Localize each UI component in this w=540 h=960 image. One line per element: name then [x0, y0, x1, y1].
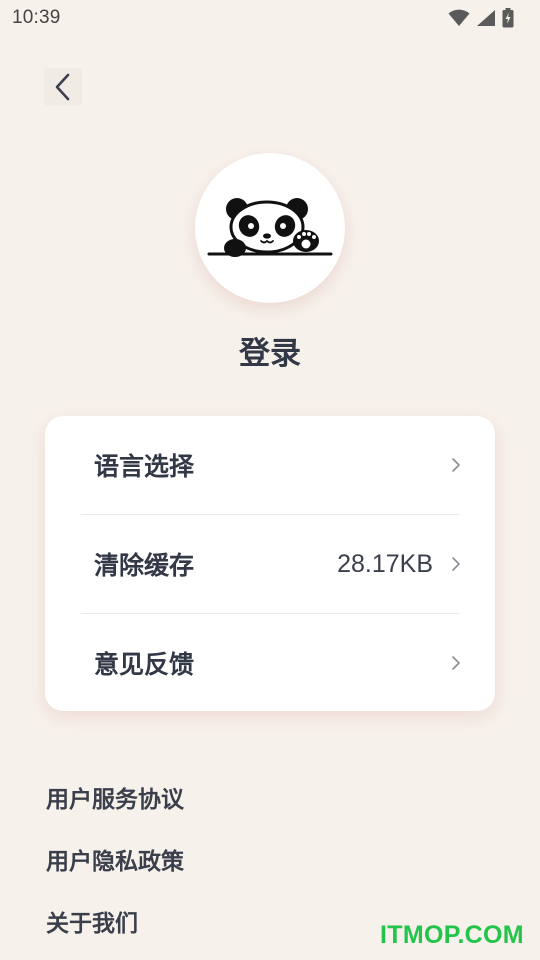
signal-icon [477, 10, 495, 26]
settings-screen: 10:39 登录 语言选择 清除缓存 28.17KB 意见反馈 用户服务协议 用… [0, 0, 540, 960]
privacy-policy-link[interactable]: 用户隐私政策 [46, 842, 184, 876]
chevron-right-icon [452, 458, 460, 472]
chevron-right-icon [452, 557, 460, 571]
feedback-label: 意见反馈 [94, 650, 195, 679]
clear-cache-label: 清除缓存 [94, 551, 195, 580]
feedback-row[interactable]: 意见反馈 [45, 614, 495, 712]
chevron-right-icon [452, 656, 460, 670]
back-button[interactable] [44, 68, 82, 106]
user-agreement-link[interactable]: 用户服务协议 [46, 780, 184, 814]
avatar[interactable] [195, 153, 345, 303]
status-icons [448, 8, 514, 28]
status-time: 10:39 [12, 7, 61, 28]
chevron-left-icon [55, 73, 70, 101]
cache-size-value: 28.17KB [337, 549, 433, 578]
about-us-link[interactable]: 关于我们 [46, 904, 138, 938]
wifi-icon [448, 9, 470, 26]
settings-card: 语言选择 清除缓存 28.17KB 意见反馈 [45, 416, 495, 711]
status-bar: 10:39 [0, 0, 540, 36]
language-select-row[interactable]: 语言选择 [45, 416, 495, 514]
watermark: ITMOP.COM [380, 921, 524, 949]
clear-cache-row[interactable]: 清除缓存 28.17KB [45, 515, 495, 613]
panda-avatar-icon [207, 198, 333, 257]
language-select-label: 语言选择 [94, 452, 195, 481]
login-button[interactable]: 登录 [0, 328, 540, 373]
battery-charging-icon [502, 8, 514, 28]
